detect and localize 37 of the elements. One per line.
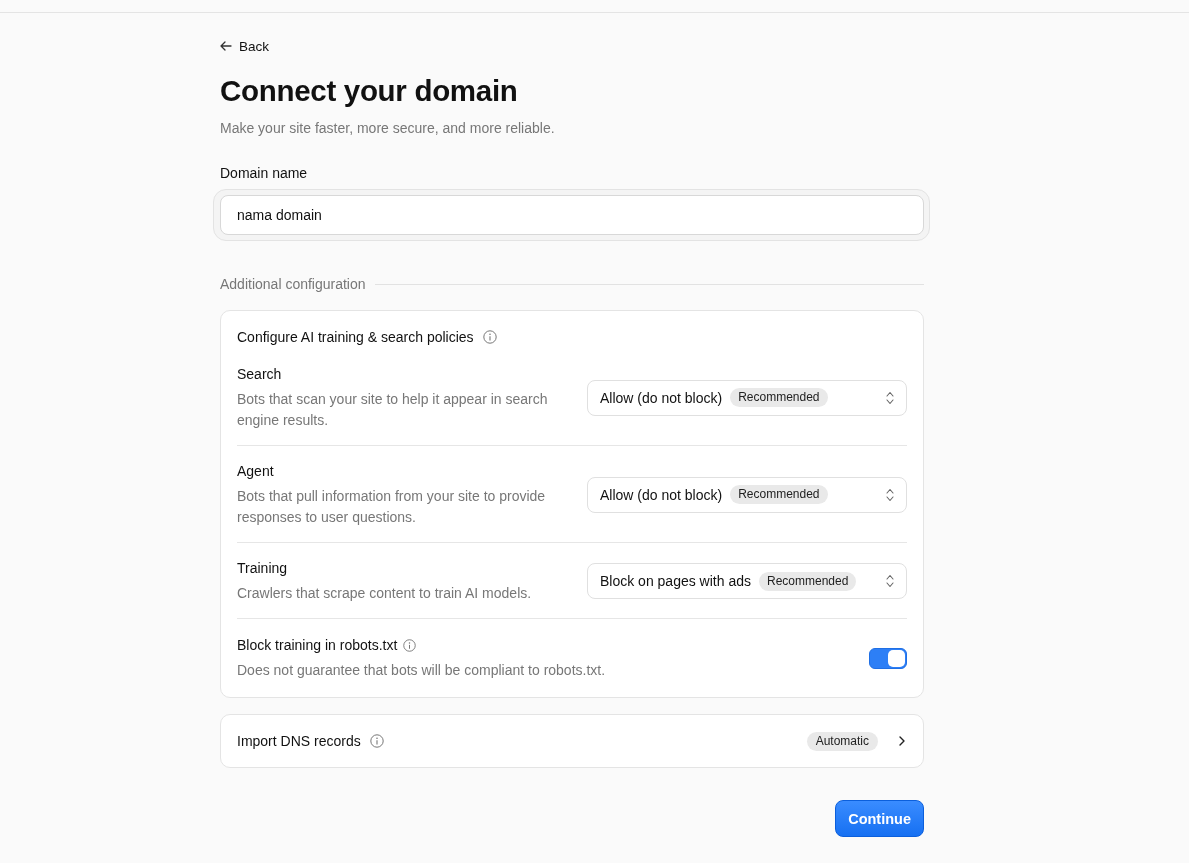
page-subtitle: Make your site faster, more secure, and more reliable. — [220, 119, 556, 138]
policy-description: Does not guarantee that bots will be compliant to robots.txt. — [237, 661, 607, 680]
domain-input-field[interactable]: nama domain — [220, 195, 924, 235]
import-dns-card[interactable]: Import DNS records Automatic — [220, 714, 924, 768]
policy-select[interactable]: Allow (do not block) Recommended — [587, 476, 907, 513]
policy-select[interactable]: Allow (do not block) Recommended — [587, 379, 907, 416]
back-arrow-icon — [220, 41, 232, 51]
toggle-switch[interactable] — [869, 647, 907, 669]
back-link[interactable]: Back — [220, 36, 269, 56]
card-title: Configure AI training & search policies — [237, 329, 474, 345]
policy-select[interactable]: Block on pages with ads Recommended — [587, 563, 907, 599]
section-heading: Additional configuration — [220, 276, 366, 292]
policy-label: Agent — [237, 463, 274, 479]
page-title: Connect your domain — [220, 73, 519, 109]
info-icon[interactable] — [482, 330, 497, 344]
select-value: Allow (do not block) — [600, 486, 723, 503]
continue-button[interactable]: Continue — [835, 800, 924, 837]
info-icon[interactable] — [369, 734, 384, 748]
select-value: Block on pages with ads — [600, 573, 751, 589]
policy-label: Block training in robots.txt — [237, 637, 398, 653]
chevron-up-down-icon — [886, 574, 894, 588]
chevron-up-down-icon — [886, 487, 894, 502]
chevron-up-down-icon — [886, 390, 894, 405]
import-dns-label: Import DNS records — [237, 733, 361, 749]
chevron-right-icon — [899, 736, 905, 746]
policy-label: Search — [237, 366, 282, 382]
recommended-badge: Recommended — [730, 388, 828, 407]
recommended-badge: Recommended — [759, 571, 857, 591]
select-value: Allow (do not block) — [600, 389, 723, 406]
field-label: Domain name — [220, 164, 308, 183]
policy-description: Bots that scan your site to help it appear in search engine results. — [237, 390, 549, 430]
policy-label: Training — [237, 560, 288, 576]
policy-description: Bots that pull information from your site to provide responses to user questions. — [237, 487, 547, 527]
info-icon[interactable] — [403, 638, 417, 652]
policy-description: Crawlers that scrape content to train AI models. — [237, 584, 533, 603]
status-badge: Automatic — [806, 731, 878, 751]
recommended-badge: Recommended — [730, 485, 828, 504]
